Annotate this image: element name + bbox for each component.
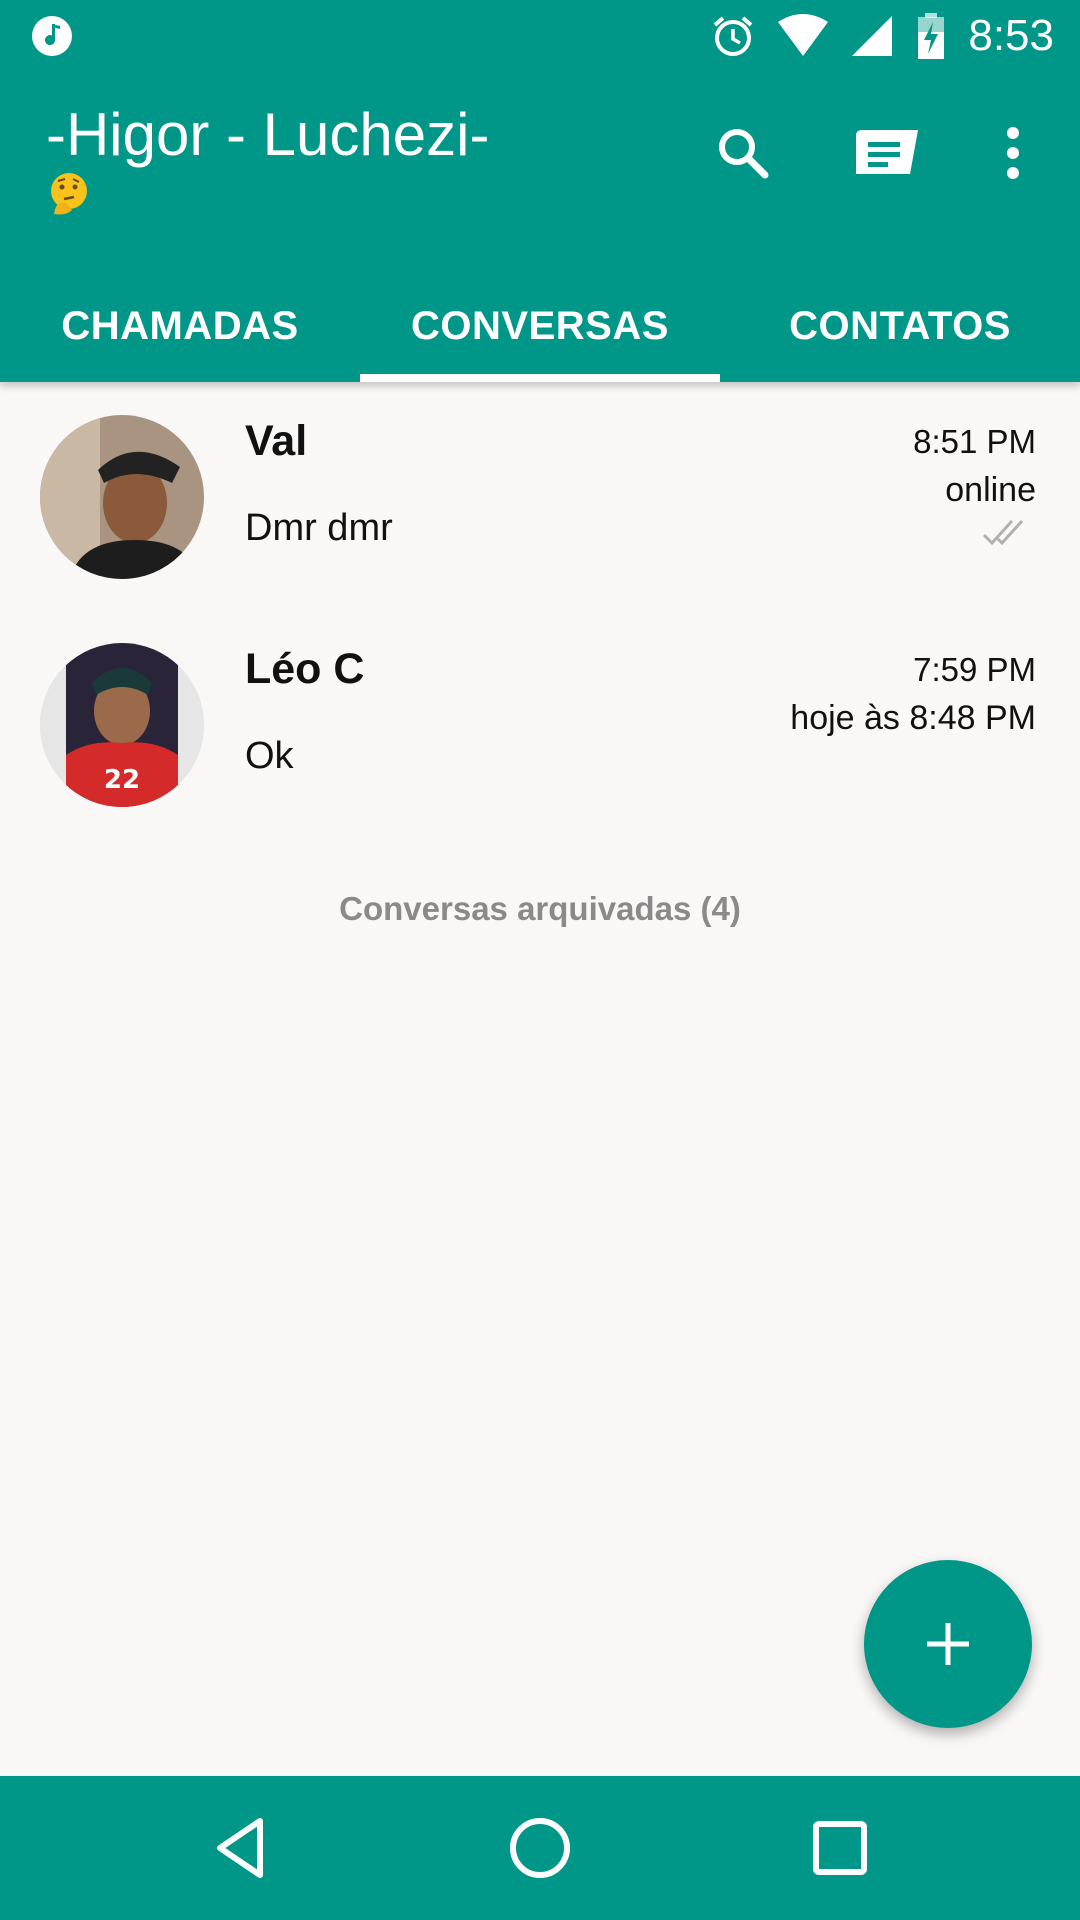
new-chat-fab[interactable] [864,1560,1032,1728]
message-time: 7:59 PM [913,651,1036,688]
back-button[interactable] [190,1798,290,1898]
alarm-icon [714,16,753,56]
tab-contatos[interactable]: CONTATOS [720,270,1080,382]
wifi-icon [778,14,829,56]
signal-icon [852,16,893,56]
recents-button[interactable] [790,1798,890,1898]
plus-icon [927,1623,969,1665]
contact-name: Léo C [245,645,365,693]
message-time: 8:51 PM [913,423,1036,460]
music-note-icon [32,16,72,56]
svg-text:22: 22 [104,765,140,795]
recents-icon [813,1821,867,1875]
last-message: Dmr dmr [245,507,393,549]
more-options-button[interactable] [978,118,1048,188]
app-header: 8:53 -Higor - Luchezi- CHAMADAS CONVERSA… [0,0,1080,382]
status-bar: 8:53 [0,0,1080,72]
home-icon [510,1818,570,1878]
back-icon [217,1818,263,1878]
contact-status: online [945,471,1036,509]
double-check-icon [982,519,1024,546]
tab-conversas[interactable]: CONVERSAS [360,270,720,382]
chat-list-item[interactable]: 22 Léo C Ok 7:59 PM hoje às 8:48 PM [0,623,1080,851]
search-icon [719,129,769,179]
archived-chats-link[interactable]: Conversas arquivadas (4) [0,890,1080,928]
new-chat-button[interactable] [852,118,922,188]
avatar[interactable]: 22 [40,643,204,807]
tab-bar: CHAMADAS CONVERSAS CONTATOS [0,270,1080,382]
contact-photo [40,415,204,579]
system-nav-bar [0,1776,1080,1920]
chat-list-item[interactable]: Val Dmr dmr 8:51 PM online [0,395,1080,623]
home-button[interactable] [490,1798,590,1898]
contact-name: Val [245,417,308,465]
contact-photo: 22 [40,643,204,807]
new-chat-icon [856,130,918,174]
avatar[interactable] [40,415,204,579]
last-message: Ok [245,735,294,777]
page-title: -Higor - Luchezi- [46,101,490,168]
battery-charging-icon [918,13,945,59]
search-button[interactable] [708,118,778,188]
contact-status: hoje às 8:48 PM [790,699,1036,737]
status-time: 8:53 [968,11,1054,60]
more-vert-icon [1007,127,1019,179]
status-icons: 8:53 [710,10,1054,62]
tab-chamadas[interactable]: CHAMADAS [0,270,360,382]
thinking-face-emoji [51,173,87,215]
